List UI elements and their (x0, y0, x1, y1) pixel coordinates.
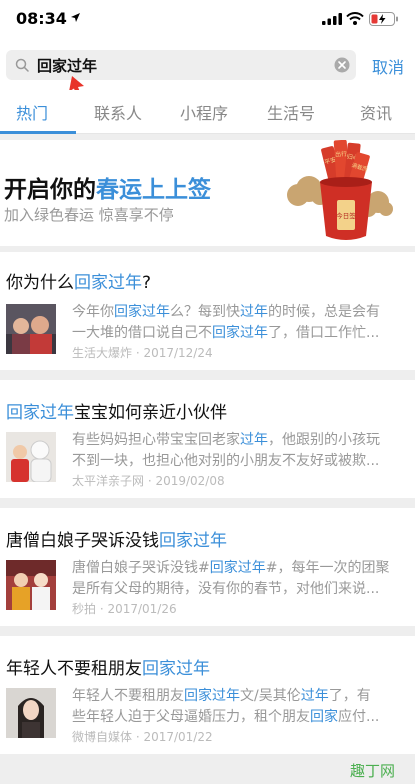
cellular-signal-icon (322, 13, 342, 25)
search-icon (15, 58, 29, 72)
tab-news[interactable]: 资讯 (360, 100, 392, 124)
result-excerpt-line2: 不到一块，也担心他对别的小朋友不友好或被欺... (72, 453, 380, 469)
cancel-button[interactable]: 取消 (372, 54, 404, 78)
search-box[interactable]: 回家过年 (6, 50, 356, 80)
result-thumbnail (6, 560, 56, 610)
result-excerpt-line2: 一大堆的借口说自己不回家过年了，借口工作忙... (72, 325, 380, 341)
result-title: 你为什么回家过年? (6, 273, 152, 293)
clear-icon[interactable] (334, 57, 350, 73)
location-arrow-icon (71, 13, 80, 22)
result-card[interactable]: 年轻人不要租朋友回家过年 年轻人不要租朋友回家过年文/吴其伦过年了，有 些年轻人… (0, 636, 415, 754)
result-title: 唐僧白娘子哭诉没钱回家过年 (6, 531, 227, 551)
status-time: 08:34 (16, 9, 67, 28)
svg-text:今日签: 今日签 (336, 211, 356, 220)
active-tab-indicator (0, 131, 76, 134)
lucky-draw-bucket-icon: 平安 出行 归心 满载而 今日签 (287, 140, 393, 240)
result-title: 年轻人不要租朋友回家过年 (6, 659, 210, 679)
watermark: 趣丁网 (350, 762, 396, 780)
svg-text:出行: 出行 (335, 150, 348, 159)
result-meta: 秒拍 · 2017/01/26 (72, 602, 177, 616)
tab-hot[interactable]: 热门 (16, 100, 48, 124)
result-title: 回家过年宝宝如何亲近小伙伴 (6, 403, 227, 423)
banner-subtitle: 加入绿色春运 惊喜享不停 (4, 206, 174, 224)
wifi-icon (346, 12, 364, 25)
result-excerpt-line1: 今年你回家过年么？每到快过年的时候，总是会有 (72, 304, 380, 320)
result-excerpt-line1: 有些妈妈担心带宝宝回老家过年，他跟别的小孩玩 (72, 432, 380, 448)
result-thumbnail (6, 432, 56, 482)
result-excerpt-line1: 年轻人不要租朋友回家过年文/吴其伦过年了，有 (72, 688, 371, 704)
result-excerpt-line2: 是所有父母的期待，没有你的春节，对他们来说... (72, 581, 380, 597)
tab-life-accounts[interactable]: 生活号 (267, 100, 315, 124)
result-tabs: 热门 联系人 小程序 生活号 资讯 (0, 90, 415, 134)
result-meta: 太平洋亲子网 · 2019/02/08 (72, 474, 225, 488)
result-meta: 生活大爆炸 · 2017/12/24 (72, 346, 213, 360)
result-card[interactable]: 回家过年宝宝如何亲近小伙伴 有些妈妈担心带宝宝回老家过年，他跟别的小孩玩 不到一… (0, 380, 415, 498)
tab-contacts[interactable]: 联系人 (94, 100, 142, 124)
result-card[interactable]: 唐僧白娘子哭诉没钱回家过年 唐僧白娘子哭诉没钱#回家过年#，每年一次的团聚 是所… (0, 508, 415, 626)
result-thumbnail (6, 304, 56, 354)
tab-mini-programs[interactable]: 小程序 (180, 100, 228, 124)
result-card[interactable]: 你为什么回家过年? 今年你回家过年么？每到快过年的时候，总是会有 一大堆的借口说… (0, 252, 415, 370)
promo-banner[interactable]: 开启你的春运上上签 加入绿色春运 惊喜享不停 平安 出行 归心 满载而 今日签 (0, 140, 415, 246)
result-meta: 微博自媒体 · 2017/01/22 (72, 730, 213, 744)
result-excerpt-line1: 唐僧白娘子哭诉没钱#回家过年#，每年一次的团聚 (72, 560, 390, 576)
status-bar: 08:34 (0, 0, 415, 40)
banner-title: 开启你的春运上上签 (4, 177, 211, 203)
result-thumbnail (6, 688, 56, 738)
battery-charging-icon (369, 12, 398, 26)
result-excerpt-line2: 些年轻人迫于父母逼婚压力，租个朋友回家应付... (72, 709, 380, 725)
